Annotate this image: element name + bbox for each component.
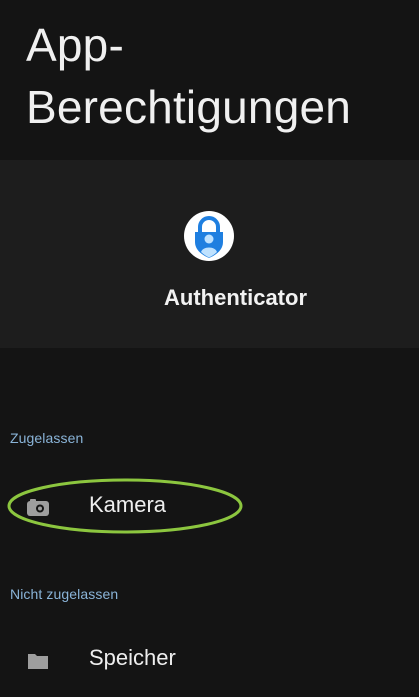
permission-label-kamera: Kamera — [89, 492, 167, 517]
permission-label-speicher: Speicher — [89, 645, 176, 670]
camera-icon — [26, 496, 50, 520]
folder-icon — [26, 649, 50, 673]
page-title: App- Berechtigungen — [26, 14, 416, 138]
title-band: App- Berechtigungen — [0, 0, 419, 160]
section-label-allowed: Zugelassen — [10, 430, 84, 446]
page-title-line2: Berechtigungen — [26, 81, 352, 133]
section-label-denied: Nicht zugelassen — [10, 586, 119, 602]
app-header: Authenticator — [0, 160, 419, 348]
authenticator-lock-icon — [183, 210, 235, 262]
app-name: Authenticator — [164, 285, 307, 310]
page-title-line1: App- — [26, 19, 124, 71]
permission-item-speicher[interactable]: Speicher — [0, 633, 419, 689]
permission-item-kamera[interactable]: Kamera — [0, 480, 419, 536]
